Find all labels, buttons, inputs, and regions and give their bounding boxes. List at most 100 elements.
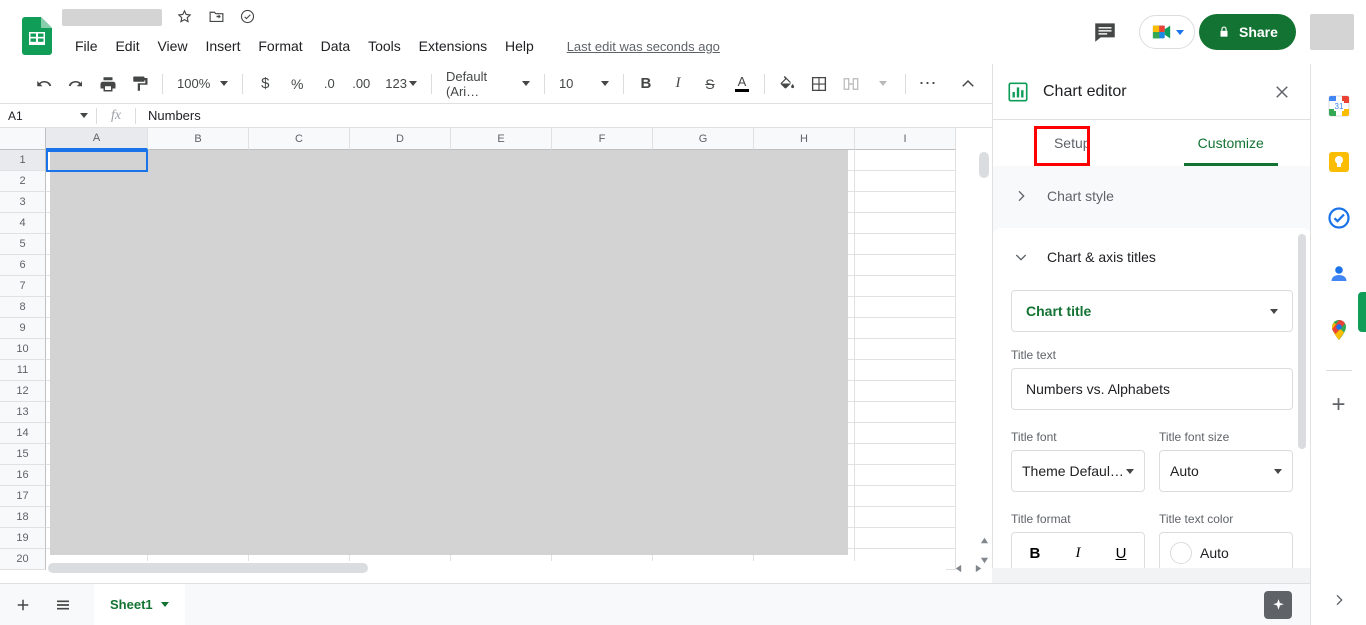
- italic-button[interactable]: I: [664, 70, 692, 98]
- cell-I6[interactable]: [855, 444, 956, 465]
- cell-I18[interactable]: [855, 192, 956, 213]
- row-header-19[interactable]: 19: [0, 528, 46, 549]
- print-icon[interactable]: [94, 70, 122, 98]
- undo-icon[interactable]: [30, 70, 58, 98]
- row-header-18[interactable]: 18: [0, 507, 46, 528]
- expand-side-panel-icon[interactable]: [1331, 592, 1347, 613]
- collapse-toolbar-icon[interactable]: [954, 70, 982, 98]
- menu-tools[interactable]: Tools: [361, 36, 408, 56]
- cell-I3[interactable]: [855, 507, 956, 528]
- title-font-size-select[interactable]: Auto: [1159, 450, 1293, 492]
- cell-I8[interactable]: [855, 402, 956, 423]
- column-header-f[interactable]: F: [552, 128, 653, 150]
- google-calendar-icon[interactable]: 31: [1325, 92, 1353, 120]
- scroll-up-button[interactable]: [977, 532, 991, 548]
- column-header-b[interactable]: B: [148, 128, 249, 150]
- vertical-scrollbar-thumb[interactable]: [979, 152, 989, 178]
- close-icon[interactable]: [1268, 78, 1296, 106]
- row-header-11[interactable]: 11: [0, 360, 46, 381]
- percent-format-button[interactable]: %: [283, 70, 311, 98]
- chart-placeholder-overlay[interactable]: [50, 150, 848, 555]
- cell-I19[interactable]: [855, 171, 956, 192]
- document-title-redacted[interactable]: [62, 8, 162, 26]
- menu-data[interactable]: Data: [314, 36, 358, 56]
- number-format-button[interactable]: 123: [379, 70, 423, 98]
- row-header-17[interactable]: 17: [0, 486, 46, 507]
- column-header-g[interactable]: G: [653, 128, 754, 150]
- add-sheet-icon[interactable]: [6, 588, 40, 622]
- bold-button[interactable]: B: [632, 70, 660, 98]
- name-box[interactable]: A1: [0, 105, 96, 127]
- title-font-select[interactable]: Theme Defaul…: [1011, 450, 1145, 492]
- row-header-2[interactable]: 2: [0, 171, 46, 192]
- scroll-right-button[interactable]: [968, 561, 988, 575]
- row-header-7[interactable]: 7: [0, 276, 46, 297]
- cell-I7[interactable]: [855, 423, 956, 444]
- vertical-scrollbar[interactable]: [976, 150, 992, 530]
- row-header-8[interactable]: 8: [0, 297, 46, 318]
- document-title-area[interactable]: [62, 8, 266, 26]
- cell-area[interactable]: [46, 150, 976, 575]
- menu-file[interactable]: File: [68, 36, 105, 56]
- tab-customize[interactable]: Customize: [1152, 120, 1311, 166]
- row-header-16[interactable]: 16: [0, 465, 46, 486]
- menu-insert[interactable]: Insert: [198, 36, 247, 56]
- cell-I16[interactable]: [855, 234, 956, 255]
- title-italic-icon[interactable]: I: [1075, 545, 1080, 562]
- row-header-14[interactable]: 14: [0, 423, 46, 444]
- title-underline-icon[interactable]: U: [1116, 545, 1127, 562]
- google-meet-button[interactable]: [1139, 15, 1195, 49]
- column-header-d[interactable]: D: [350, 128, 451, 150]
- cell-I14[interactable]: [855, 276, 956, 297]
- cell-I4[interactable]: [855, 486, 956, 507]
- font-size-selector[interactable]: 10: [553, 70, 615, 98]
- google-tasks-icon[interactable]: [1325, 204, 1353, 232]
- cell-I2[interactable]: [855, 528, 956, 549]
- menu-format[interactable]: Format: [251, 36, 309, 56]
- add-addon-icon[interactable]: +: [1331, 391, 1345, 419]
- row-header-10[interactable]: 10: [0, 339, 46, 360]
- row-header-1[interactable]: 1: [0, 150, 46, 171]
- merge-chevron-down-icon[interactable]: [869, 70, 897, 98]
- row-header-20[interactable]: 20: [0, 549, 46, 570]
- avatar[interactable]: [1310, 14, 1354, 50]
- cell-I17[interactable]: [855, 213, 956, 234]
- cell-I12[interactable]: [855, 318, 956, 339]
- google-contacts-icon[interactable]: [1325, 260, 1353, 288]
- row-header-9[interactable]: 9: [0, 318, 46, 339]
- increase-decimal-button[interactable]: .00: [347, 70, 375, 98]
- title-bold-icon[interactable]: B: [1030, 545, 1041, 562]
- section-chart-style[interactable]: Chart style: [993, 166, 1311, 226]
- menu-view[interactable]: View: [150, 36, 194, 56]
- cell-I10[interactable]: [855, 360, 956, 381]
- cell-I20[interactable]: [855, 150, 956, 171]
- comment-history-icon[interactable]: [1092, 19, 1120, 47]
- font-family-selector[interactable]: Default (Ari…: [440, 69, 536, 99]
- cell-I11[interactable]: [855, 339, 956, 360]
- strikethrough-button[interactable]: S: [696, 70, 724, 98]
- all-sheets-icon[interactable]: [46, 588, 80, 622]
- merge-cells-icon[interactable]: [837, 70, 865, 98]
- paint-format-icon[interactable]: [126, 70, 154, 98]
- cell-I13[interactable]: [855, 297, 956, 318]
- horizontal-scrollbar-thumb[interactable]: [48, 563, 368, 573]
- row-header-13[interactable]: 13: [0, 402, 46, 423]
- star-icon[interactable]: [176, 8, 193, 25]
- row-header-15[interactable]: 15: [0, 444, 46, 465]
- drive-status-icon[interactable]: [239, 8, 256, 25]
- column-header-a[interactable]: A: [46, 128, 148, 150]
- zoom-control[interactable]: 100%: [171, 70, 234, 98]
- currency-format-button[interactable]: $: [251, 70, 279, 98]
- google-keep-icon[interactable]: [1325, 148, 1353, 176]
- redo-icon[interactable]: [62, 70, 90, 98]
- column-header-h[interactable]: H: [754, 128, 855, 150]
- title-type-select[interactable]: Chart title: [1011, 290, 1293, 332]
- column-header-c[interactable]: C: [249, 128, 350, 150]
- share-button[interactable]: Share: [1199, 14, 1296, 50]
- row-header-4[interactable]: 4: [0, 213, 46, 234]
- row-header-6[interactable]: 6: [0, 255, 46, 276]
- menu-edit[interactable]: Edit: [108, 36, 146, 56]
- select-all-corner[interactable]: [0, 128, 46, 150]
- borders-icon[interactable]: [805, 70, 833, 98]
- decrease-decimal-button[interactable]: .0: [315, 70, 343, 98]
